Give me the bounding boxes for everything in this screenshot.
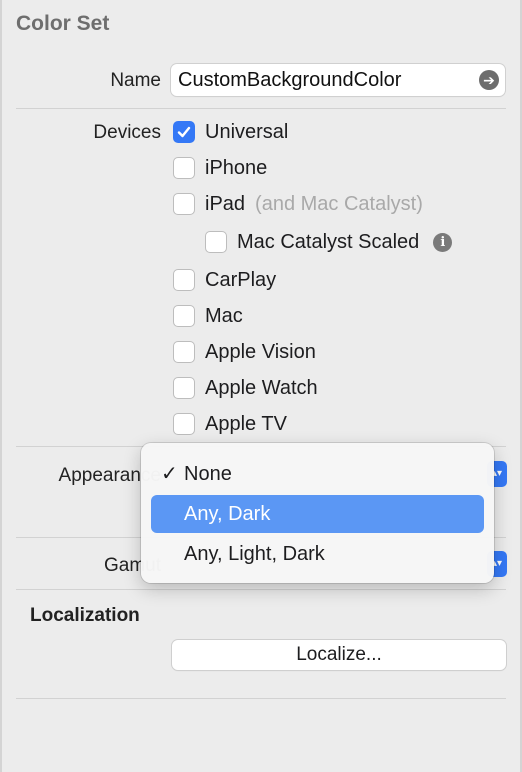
- localization-title: Localization: [30, 605, 140, 626]
- menu-item-label: Any, Dark: [184, 503, 271, 525]
- menu-item-any-light-dark[interactable]: Any, Light, Dark: [151, 535, 484, 573]
- checkbox[interactable]: [173, 305, 195, 327]
- checkbox[interactable]: [173, 377, 195, 399]
- panel-left-border: [0, 0, 2, 772]
- device-label: iPad: [205, 192, 246, 215]
- device-apple-watch-checkbox-row[interactable]: Apple Watch: [173, 375, 318, 401]
- device-apple-tv-checkbox-row[interactable]: Apple TV: [173, 411, 287, 437]
- device-label: CarPlay: [205, 268, 277, 291]
- device-label: Apple Watch: [205, 376, 318, 399]
- device-label: Apple Vision: [205, 340, 316, 363]
- name-field[interactable]: CustomBackgroundColor ➔: [171, 64, 505, 96]
- checkmark-icon: [177, 126, 191, 138]
- divider: [16, 108, 506, 109]
- checkbox[interactable]: [205, 231, 227, 253]
- device-mac-catalyst-scaled-checkbox-row[interactable]: Mac Catalyst Scaled i: [205, 229, 453, 255]
- menu-item-label: Any, Light, Dark: [184, 543, 325, 565]
- checkbox[interactable]: [173, 157, 195, 179]
- appearance-dropdown-menu: ✓ None Any, Dark Any, Light, Dark: [141, 443, 494, 583]
- devices-label: Devices: [93, 122, 161, 143]
- checkbox[interactable]: [173, 193, 195, 215]
- checkbox[interactable]: [173, 341, 195, 363]
- section-title: Color Set: [16, 12, 110, 35]
- menu-item-any-dark[interactable]: Any, Dark: [151, 495, 484, 533]
- device-iphone-checkbox-row[interactable]: iPhone: [173, 155, 267, 181]
- localize-button[interactable]: Localize...: [172, 640, 506, 670]
- menu-item-label: None: [184, 463, 232, 485]
- checkbox[interactable]: [173, 413, 195, 435]
- inspector-panel: Color Set Name CustomBackgroundColor ➔ D…: [0, 0, 522, 772]
- device-universal-checkbox-row[interactable]: Universal: [173, 119, 288, 145]
- name-field-value: CustomBackgroundColor: [178, 69, 402, 91]
- divider: [16, 589, 506, 590]
- info-icon[interactable]: i: [433, 232, 453, 252]
- device-label: iPhone: [205, 156, 268, 179]
- device-apple-vision-checkbox-row[interactable]: Apple Vision: [173, 339, 316, 365]
- menu-item-none[interactable]: ✓ None: [151, 455, 484, 493]
- device-carplay-checkbox-row[interactable]: CarPlay: [173, 267, 276, 293]
- device-label: Universal: [205, 120, 289, 143]
- device-ipad-checkbox-row[interactable]: iPad (and Mac Catalyst): [173, 191, 423, 217]
- checkbox[interactable]: [173, 269, 195, 291]
- appearance-label: Appearance: [58, 465, 161, 486]
- checkbox-checked[interactable]: [173, 121, 195, 143]
- divider: [16, 698, 506, 699]
- device-label: Mac Catalyst Scaled: [237, 230, 420, 253]
- device-label: Mac: [205, 304, 243, 327]
- device-note: (and Mac Catalyst): [255, 192, 423, 215]
- checkmark-icon: ✓: [161, 463, 178, 485]
- arrow-right-circle-icon[interactable]: ➔: [479, 70, 499, 90]
- name-label: Name: [110, 70, 161, 91]
- device-label: Apple TV: [205, 412, 287, 435]
- device-mac-checkbox-row[interactable]: Mac: [173, 303, 243, 329]
